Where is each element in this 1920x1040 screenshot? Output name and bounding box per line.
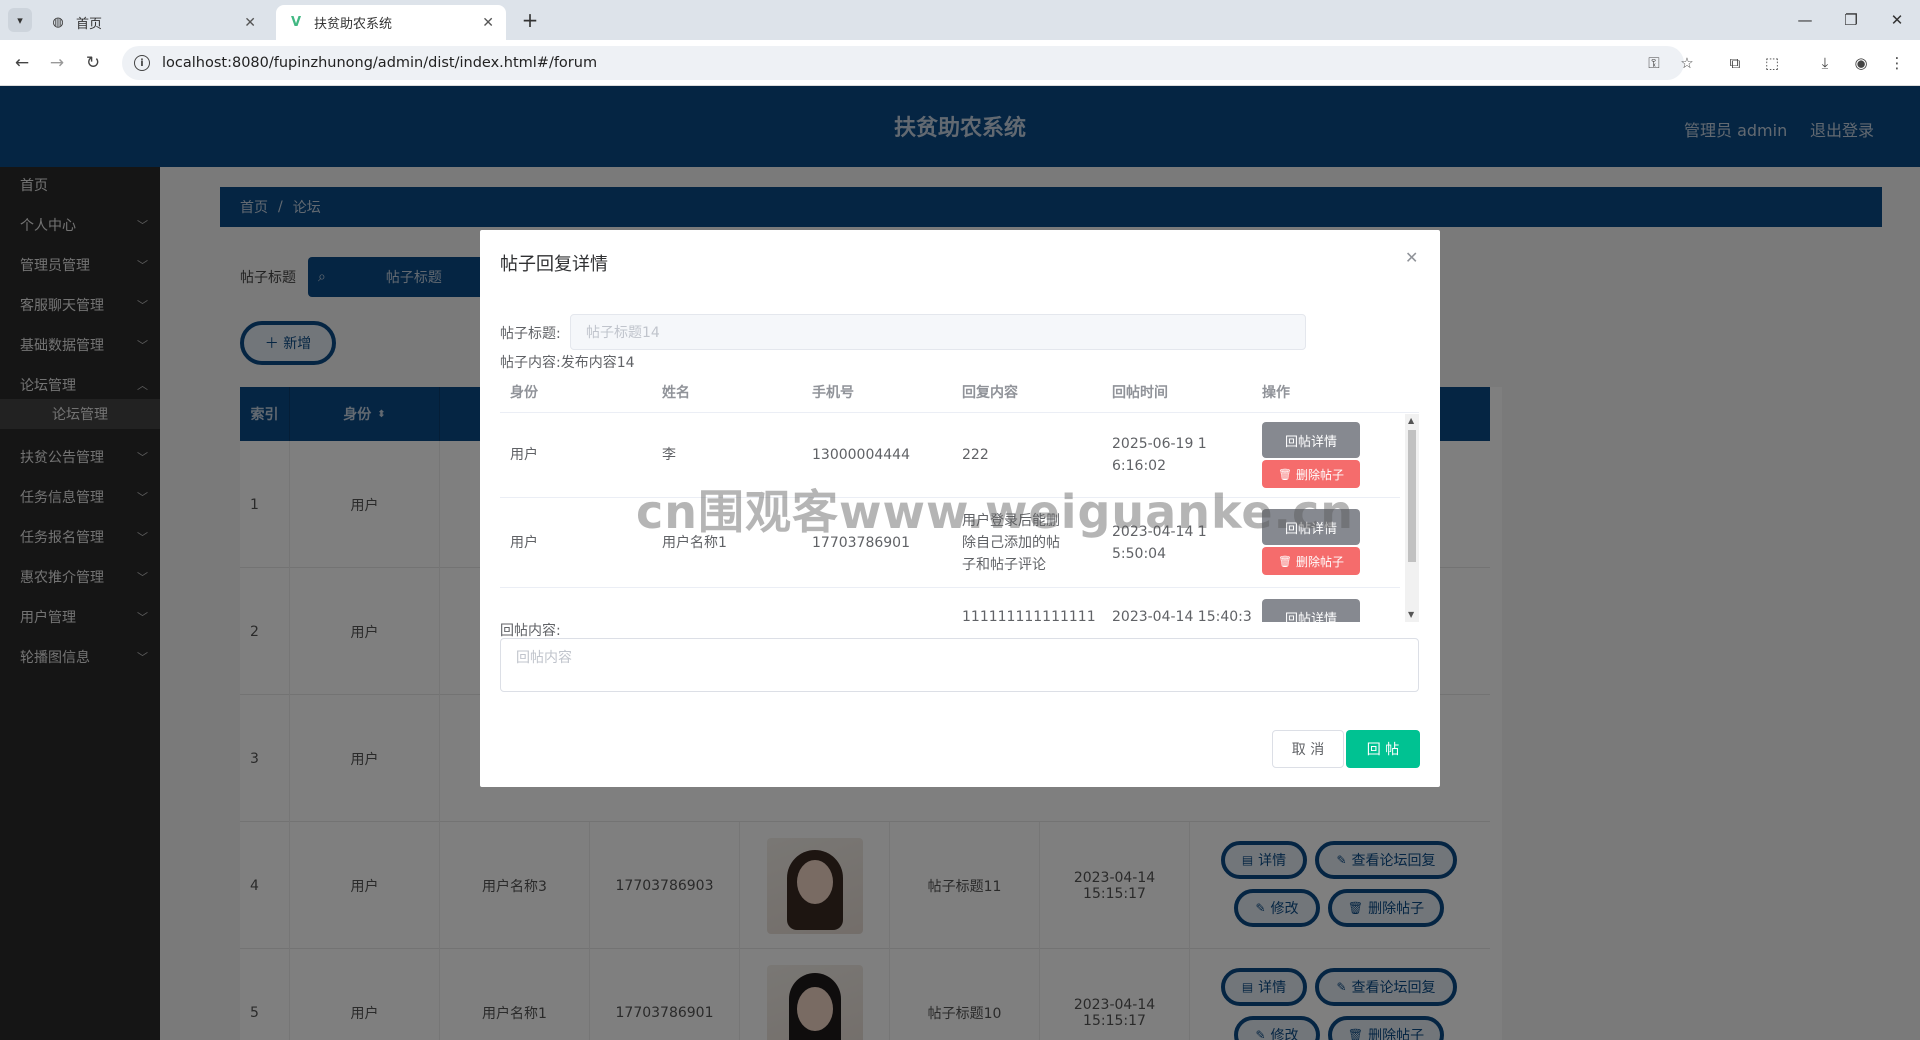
- post-content: 帖子内容:发布内容14: [500, 352, 635, 372]
- url-text: localhost:8080/fupinzhunong/admin/dist/i…: [162, 55, 598, 71]
- delete-reply-button[interactable]: 🗑 删除帖子: [1262, 547, 1360, 575]
- globe-icon: ◍: [52, 15, 64, 30]
- dialog-title: 帖子回复详情: [500, 254, 608, 275]
- reply-detail-button[interactable]: 回帖详情: [1262, 422, 1360, 458]
- tab-title: 扶贫助农系统: [314, 17, 393, 32]
- trash-icon: 🗑: [1278, 554, 1292, 568]
- restore-icon[interactable]: ❐: [1836, 8, 1866, 32]
- reply-content-label: 回帖内容:: [500, 623, 561, 639]
- profile-icon[interactable]: ◉: [1849, 51, 1873, 75]
- window-close-icon[interactable]: ✕: [1882, 8, 1912, 32]
- watermark: cn围观客www.weiguanke.cn: [636, 485, 1355, 539]
- close-icon[interactable]: ✕: [1405, 248, 1418, 267]
- cell-identity: 用户: [510, 447, 538, 463]
- submit-reply-button[interactable]: 回 帖: [1346, 730, 1420, 768]
- cancel-button[interactable]: 取 消: [1272, 730, 1344, 768]
- browser-tab-home[interactable]: ◍ 首页 ✕: [38, 5, 268, 40]
- cell-reply: 111111111111111: [962, 609, 1096, 622]
- minimize-icon[interactable]: —: [1790, 8, 1820, 32]
- site-info-icon[interactable]: i: [134, 55, 150, 71]
- browser-tab-system[interactable]: V 扶贫助农系统 ✕: [276, 5, 506, 40]
- scroll-up-icon[interactable]: ▲: [1408, 416, 1414, 425]
- column-header-reply: 回复内容: [962, 385, 1018, 401]
- post-title-input: 帖子标题14: [570, 314, 1306, 350]
- column-header-phone: 手机号: [812, 385, 854, 401]
- column-header-identity: 身份: [510, 385, 538, 401]
- post-content-value: 发布内容14: [560, 355, 635, 371]
- reply-row: 111111111111111 2023-04-14 15:40:3 回帖详情: [500, 588, 1400, 622]
- new-tab-button[interactable]: +: [518, 8, 542, 32]
- back-icon[interactable]: ←: [10, 51, 34, 75]
- key-icon[interactable]: ⚿: [1642, 46, 1666, 80]
- post-title-placeholder: 帖子标题14: [586, 325, 660, 341]
- forward-icon[interactable]: →: [45, 51, 69, 75]
- button-label: 删除帖子: [1295, 554, 1344, 569]
- scrollbar-thumb[interactable]: [1408, 430, 1416, 562]
- post-content-label: 帖子内容:: [500, 355, 561, 371]
- cell-identity: 用户: [510, 534, 538, 551]
- column-header-name: 姓名: [662, 385, 690, 401]
- reply-table-scrollbar[interactable]: ▲ ▼: [1405, 414, 1419, 622]
- download-icon[interactable]: ⤓: [1813, 51, 1837, 75]
- tab-title: 首页: [76, 17, 103, 32]
- browser-address-bar: ← → ↻ i localhost:8080/fupinzhunong/admi…: [0, 40, 1920, 86]
- close-icon[interactable]: ✕: [244, 15, 256, 31]
- star-icon[interactable]: ☆: [1675, 46, 1699, 80]
- menu-icon[interactable]: ⋮: [1885, 51, 1909, 75]
- reply-detail-button[interactable]: 回帖详情: [1262, 599, 1360, 622]
- scroll-down-icon[interactable]: ▼: [1408, 610, 1414, 619]
- extensions-icon[interactable]: ⬚: [1760, 51, 1784, 75]
- column-header-actions: 操作: [1262, 385, 1290, 401]
- reply-placeholder: 回帖内容: [516, 650, 572, 666]
- close-icon[interactable]: ✕: [482, 15, 494, 31]
- post-title-label: 帖子标题:: [500, 326, 561, 342]
- cell-time: 2023-04-14 15:40:3: [1112, 609, 1252, 622]
- tab-search-button[interactable]: ▾: [8, 8, 32, 32]
- screenshot-icon[interactable]: ⧉: [1723, 51, 1747, 75]
- browser-tab-bar: ▾ ◍ 首页 ✕ V 扶贫助农系统 ✕ + — ❐ ✕: [0, 0, 1920, 40]
- url-input[interactable]: i localhost:8080/fupinzhunong/admin/dist…: [122, 46, 1694, 80]
- reply-content-textarea[interactable]: 回帖内容: [500, 638, 1419, 692]
- vue-logo-icon: V: [290, 15, 302, 30]
- column-header-time: 回帖时间: [1112, 385, 1168, 401]
- reload-icon[interactable]: ↻: [81, 51, 105, 75]
